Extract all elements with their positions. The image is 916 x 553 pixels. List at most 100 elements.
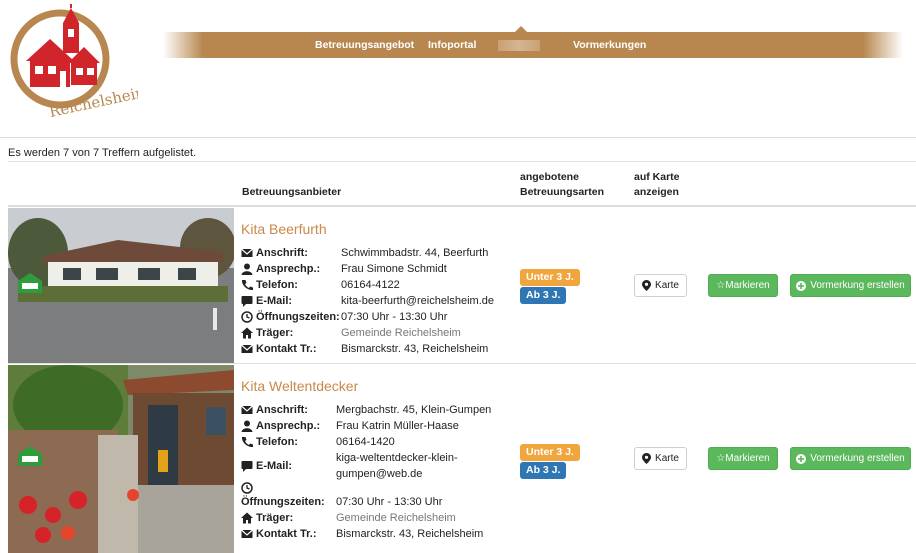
detail-phone: Telefon: 06164-4122	[241, 277, 511, 293]
label-hours: Öffnungszeiten:	[241, 496, 325, 508]
kita-contact-person: Frau Katrin Müller-Haase	[336, 420, 459, 432]
label-carrier-contact: Kontakt Tr.:	[256, 343, 317, 355]
envelope-icon	[241, 405, 253, 414]
column-header-provider: Betreuungsanbieter	[242, 186, 342, 198]
create-reservation-label: Vormerkung erstellen	[810, 453, 905, 464]
nav-item-vormerkungen[interactable]: Vormerkungen	[573, 32, 646, 58]
badge-under-3: Unter 3 J.	[520, 444, 580, 461]
kita-hours: 07:30 Uhr - 13:30 Uhr	[341, 311, 448, 323]
label-phone: Telefon:	[256, 279, 298, 291]
label-phone: Telefon:	[256, 436, 298, 448]
kita-phone: 06164-1420	[336, 436, 395, 448]
main-navigation: Betreuungsangebot Infoportal Vormerkunge…	[163, 26, 903, 58]
label-contact: Ansprechp.:	[256, 263, 321, 275]
table-header: Betreuungsanbieter angebotene Betreuungs…	[8, 161, 916, 207]
kita-name[interactable]: Kita Beerfurth	[241, 221, 327, 237]
map-marker-icon	[642, 453, 652, 464]
badge-over-3: Ab 3 J.	[520, 462, 567, 479]
label-email: E-Mail:	[256, 295, 293, 307]
availability-flag-icon	[18, 446, 42, 466]
label-email: E-Mail:	[256, 460, 293, 472]
detail-address: Anschrift: Schwimmbadstr. 44, Beerfurth	[241, 245, 511, 261]
kita-address: Schwimmbadstr. 44, Beerfurth	[341, 247, 489, 259]
kita-email[interactable]: kita-beerfurth@reichelsheim.de	[341, 293, 511, 309]
kita-details: Anschrift: Schwimmbadstr. 44, Beerfurth …	[241, 245, 511, 357]
star-icon: ☆	[716, 453, 726, 464]
nav-item-obscured[interactable]	[498, 40, 540, 51]
kita-contact-person: Frau Simone Schmidt	[341, 263, 447, 275]
kita-carrier[interactable]: Gemeinde Reichelsheim	[336, 510, 511, 526]
mark-button[interactable]: ☆ Markieren	[708, 447, 778, 470]
detail-carrier: Träger: Gemeinde Reichelsheim	[241, 510, 511, 526]
clock-icon	[241, 311, 253, 323]
create-reservation-button[interactable]: Vormerkung erstellen	[790, 274, 911, 297]
badge-over-3: Ab 3 J.	[520, 287, 567, 304]
column-header-types: angebotene Betreuungsarten	[520, 171, 605, 198]
label-carrier: Träger:	[256, 327, 294, 339]
label-carrier-contact: Kontakt Tr.:	[256, 528, 317, 540]
kita-carrier[interactable]: Gemeinde Reichelsheim	[341, 325, 511, 341]
map-marker-icon	[642, 280, 652, 291]
home-icon	[241, 327, 253, 339]
detail-address: Anschrift: Mergbachstr. 45, Klein-Gumpen	[241, 402, 511, 418]
kita-details: Anschrift: Mergbachstr. 45, Klein-Gumpen…	[241, 402, 511, 542]
envelope-icon	[241, 529, 253, 538]
detail-email: E-Mail: kita-beerfurth@reichelsheim.de	[241, 293, 511, 309]
kita-carrier-contact: Bismarckstr. 43, Reichelsheim	[341, 343, 489, 355]
detail-carrier-contact: Kontakt Tr.: Bismarckstr. 43, Reichelshe…	[241, 526, 511, 542]
kita-address: Mergbachstr. 45, Klein-Gumpen	[336, 404, 492, 416]
mark-label: Markieren	[725, 453, 770, 464]
show-on-map-label: Karte	[655, 453, 679, 464]
show-on-map-button[interactable]: Karte	[634, 274, 687, 297]
kita-name[interactable]: Kita Weltentdecker	[241, 378, 358, 394]
show-on-map-label: Karte	[655, 280, 679, 291]
comment-icon	[241, 296, 253, 307]
kita-email[interactable]: kiga-weltentdecker-klein-gumpen@web.de	[336, 450, 466, 482]
phone-icon	[241, 437, 253, 448]
detail-carrier: Träger: Gemeinde Reichelsheim	[241, 325, 511, 341]
plus-circle-icon	[796, 280, 807, 291]
person-icon	[241, 263, 253, 275]
plus-circle-icon	[796, 453, 807, 464]
comment-icon	[241, 461, 253, 472]
label-contact: Ansprechp.:	[256, 420, 321, 432]
detail-contact: Ansprechp.: Frau Katrin Müller-Haase	[241, 418, 511, 434]
label-address: Anschrift:	[256, 247, 308, 259]
care-type-badges: Unter 3 J. Ab 3 J.	[520, 444, 580, 480]
label-carrier: Träger:	[256, 512, 294, 524]
show-on-map-button[interactable]: Karte	[634, 447, 687, 470]
detail-hours: Öffnungszeiten: 07:30 Uhr - 13:30 Uhr	[241, 482, 511, 510]
phone-icon	[241, 280, 253, 291]
clock-icon	[241, 482, 253, 494]
nav-item-betreuungsangebot[interactable]: Betreuungsangebot	[315, 32, 414, 58]
kita-carrier-contact: Bismarckstr. 43, Reichelsheim	[336, 528, 484, 540]
kita-hours: 07:30 Uhr - 13:30 Uhr	[336, 496, 443, 508]
table-row: Kita Weltentdecker Anschrift: Mergbachst…	[8, 364, 916, 553]
detail-contact: Ansprechp.: Frau Simone Schmidt	[241, 261, 511, 277]
care-type-badges: Unter 3 J. Ab 3 J.	[520, 269, 580, 305]
star-icon: ☆	[716, 280, 726, 291]
nav-item-infoportal[interactable]: Infoportal	[428, 32, 476, 58]
detail-phone: Telefon: 06164-1420	[241, 434, 511, 450]
envelope-icon	[241, 344, 253, 353]
create-reservation-label: Vormerkung erstellen	[810, 280, 905, 291]
label-hours: Öffnungszeiten:	[256, 311, 340, 323]
label-address: Anschrift:	[256, 404, 308, 416]
envelope-icon	[241, 248, 253, 257]
column-header-map: auf Karte anzeigen	[634, 171, 680, 198]
table-row: Kita Beerfurth Anschrift: Schwimmbadstr.…	[8, 207, 916, 364]
badge-under-3: Unter 3 J.	[520, 269, 580, 286]
kita-phone: 06164-4122	[341, 279, 400, 291]
mark-label: Markieren	[725, 280, 770, 291]
detail-carrier-contact: Kontakt Tr.: Bismarckstr. 43, Reichelshe…	[241, 341, 511, 357]
create-reservation-button[interactable]: Vormerkung erstellen	[790, 447, 911, 470]
active-nav-indicator	[515, 26, 527, 32]
reichelsheim-logo[interactable]: Reichelsheim	[8, 3, 151, 123]
person-icon	[241, 420, 253, 432]
detail-hours: Öffnungszeiten: 07:30 Uhr - 13:30 Uhr	[241, 309, 511, 325]
mark-button[interactable]: ☆ Markieren	[708, 274, 778, 297]
results-table: Betreuungsanbieter angebotene Betreuungs…	[8, 161, 916, 553]
availability-flag-icon	[18, 273, 42, 293]
detail-email: E-Mail: kiga-weltentdecker-klein-gumpen@…	[241, 450, 511, 482]
home-icon	[241, 512, 253, 524]
